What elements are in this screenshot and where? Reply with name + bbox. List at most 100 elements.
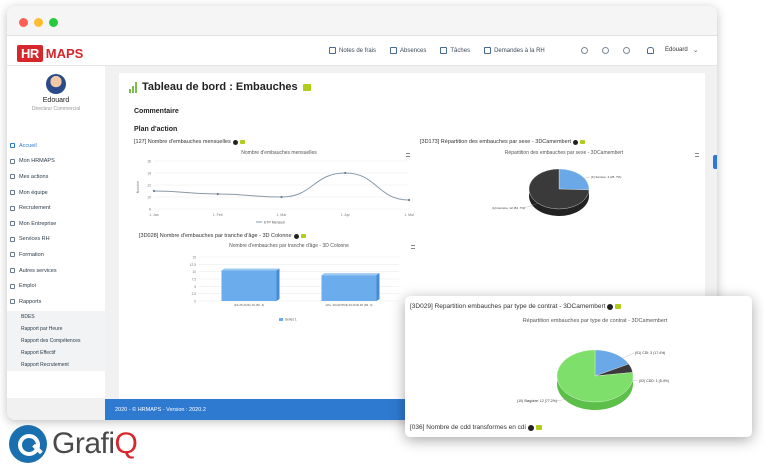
user-name-top: Edouard — [665, 47, 688, 53]
top-nav-notes-de-frais[interactable]: Notes de frais — [329, 47, 376, 54]
y-tick-label: 15 — [192, 256, 196, 260]
sidebar-subitem-rapport-recrutement[interactable]: Rapport Recrutement — [7, 359, 105, 371]
minimize-window-button[interactable] — [34, 18, 43, 27]
bell-icon[interactable] — [647, 46, 654, 54]
info-icon[interactable] — [293, 233, 299, 239]
request-icon — [484, 47, 492, 54]
widget-cdd-cdi-title: [036] Nombre de cdd transformes en cdi — [410, 424, 542, 431]
info-icon[interactable] — [527, 424, 534, 431]
brand-name-part2: Q — [114, 427, 138, 460]
sidebar-subitem-rapport-heure[interactable]: Rapport par Heure — [7, 323, 105, 335]
y-tick-label: 2.5 — [192, 292, 197, 296]
side-panel-toggle[interactable]: ‹ — [713, 155, 717, 169]
calendar-icon — [390, 47, 398, 54]
sidebar-item-label: Accueil — [19, 142, 37, 149]
data-point — [152, 189, 156, 193]
x-tick-label: 1. Jan — [149, 213, 159, 217]
widget-title-text: [127] Nombre d'embauches mensuelles — [134, 139, 231, 145]
sidebar-subitem-bdes[interactable]: BDES — [7, 311, 105, 323]
logo-maps-text: MAPS — [45, 45, 84, 61]
magnifier-logo-icon — [9, 425, 47, 463]
profile-icon[interactable] — [623, 47, 630, 54]
receipt-icon — [329, 47, 336, 54]
lock-icon[interactable] — [581, 47, 588, 54]
brand-name: GrafiQ — [52, 427, 138, 461]
user-menu[interactable]: Edouard ⌄ — [647, 46, 699, 54]
bar-side-face — [276, 268, 280, 301]
profile-role: Directeur Commercial — [31, 106, 81, 112]
comment-icon[interactable] — [302, 83, 311, 91]
comment-icon[interactable] — [535, 425, 542, 430]
info-icon[interactable] — [573, 139, 579, 145]
top-bar: HR MAPS Notes de frais Absences Tâches D… — [7, 36, 717, 66]
y-tick-label: 10 — [147, 196, 151, 200]
top-nav-label: Tâches — [450, 47, 471, 54]
comment-icon[interactable] — [300, 234, 306, 238]
comment-icon[interactable] — [239, 140, 245, 144]
widget-title-text: [036] Nombre de cdd transformes en cdi — [410, 424, 526, 431]
bar-top-face — [321, 273, 380, 276]
sidebar-item-recrutement[interactable]: Recrutement — [7, 200, 105, 216]
chart-title: Nombre d'embauches par tranche d'âge - 3… — [229, 243, 349, 249]
sidebar-item-label: Mon Entreprise — [19, 220, 57, 227]
sidebar-item-formation[interactable]: Formation — [7, 247, 105, 263]
hrmaps-logo[interactable]: HR MAPS — [17, 44, 83, 62]
top-nav-absences[interactable]: Absences — [390, 47, 426, 54]
widget-age-title: [3D028] Nombre d'embauches par tranche d… — [139, 233, 306, 239]
chart-menu-icon[interactable] — [411, 245, 415, 249]
data-point — [216, 192, 219, 196]
sidebar-item-accueil[interactable]: Accueil — [7, 138, 105, 154]
legend-label: Series 1 — [285, 318, 297, 322]
sidebar-item-services-rh[interactable]: Services RH — [7, 232, 105, 248]
top-nav-label: Notes de frais — [339, 47, 377, 54]
sidebar-item-label: Services RH — [19, 236, 50, 243]
sidebar-item-label: Mon HRMAPS — [19, 158, 55, 165]
chart-title: Répartition embauches par type de contra… — [522, 318, 668, 324]
info-icon[interactable] — [607, 303, 614, 310]
sidebar-item-mon-hrmaps[interactable]: Mon HRMAPS — [7, 154, 105, 170]
sidebar-item-autres-services[interactable]: Autres services — [7, 263, 105, 279]
maximize-window-button[interactable] — [49, 18, 58, 27]
sidebar-item-label: Formation — [19, 251, 44, 258]
avatar[interactable] — [46, 74, 66, 94]
building-icon — [10, 221, 15, 227]
action-plan-heading: Plan d'action — [134, 126, 178, 133]
legend-swatch — [279, 318, 283, 321]
bar-top-face — [221, 268, 280, 271]
sidebar-item-emploi[interactable]: Emploi — [7, 278, 105, 294]
y-tick-label: 7.5 — [192, 278, 197, 282]
bar — [221, 270, 277, 301]
home-icon — [10, 143, 15, 149]
y-tick-label: 14 — [147, 172, 151, 176]
comment-icon[interactable] — [615, 304, 622, 309]
chart-menu-icon[interactable] — [695, 153, 699, 157]
top-nav-demandes-rh[interactable]: Demandes à la RH — [484, 47, 545, 54]
profile-name: Edouard — [42, 97, 70, 104]
settings-icon[interactable] — [602, 47, 609, 54]
grafiq-logo: GrafiQ — [9, 425, 138, 463]
y-tick-label: 10 — [192, 270, 196, 274]
contract-type-widget-zoom: [3D029] Repartition embauches par type d… — [405, 296, 752, 437]
info-icon[interactable] — [232, 139, 238, 145]
pie-data-label: (01) CDI: 3 (17.4%) — [635, 351, 665, 355]
comment-icon[interactable] — [580, 140, 586, 144]
pie-chart-gender: (F) Femme: 4 (25 .7%) (H) Homme: 12 (84 .… — [492, 168, 621, 216]
sidebar-subitem-rapport-effectif[interactable]: Rapport Effectif — [7, 347, 105, 359]
sidebar-item-mon-equipe[interactable]: Mon équipe — [7, 185, 105, 201]
legend-label: ETP Mensuel — [264, 221, 285, 225]
sidebar-item-mon-entreprise[interactable]: Mon Entreprise — [7, 216, 105, 232]
top-nav: Notes de frais Absences Tâches Demandes … — [329, 47, 545, 54]
data-point — [280, 195, 283, 199]
widget-title-text: [3D028] Nombre d'embauches par tranche d… — [139, 233, 292, 239]
y-tick-label: 8 — [149, 208, 151, 212]
top-nav-taches[interactable]: Tâches — [440, 47, 470, 54]
close-window-button[interactable] — [19, 18, 28, 27]
bar-side-face — [376, 273, 380, 301]
bar-chart-icon — [129, 81, 137, 93]
sidebar-item-rapports[interactable]: Rapports — [7, 294, 105, 310]
brand-name-part1: Grafi — [52, 427, 115, 460]
y-tick-label: 0 — [194, 300, 196, 304]
sidebar-item-mes-actions[interactable]: Mes actions — [7, 169, 105, 185]
widget-gender-title: [3D173] Répartition des embauches par se… — [420, 139, 586, 145]
sidebar-subitem-rapport-competences[interactable]: Rapport des Compétences — [7, 335, 105, 347]
